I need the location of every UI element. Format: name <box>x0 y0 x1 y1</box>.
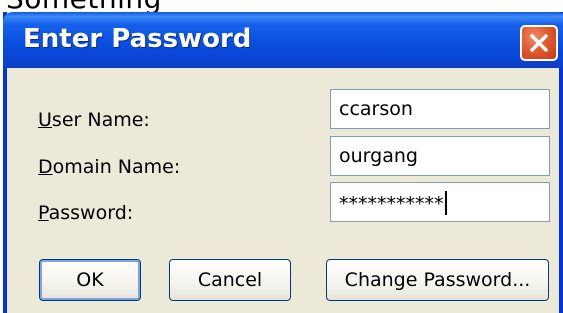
password-label-accel: P <box>38 202 49 224</box>
cancel-button[interactable]: Cancel <box>169 259 291 301</box>
domain-name-value: ourgang <box>339 145 418 167</box>
password-mask: *********** <box>339 193 444 215</box>
window-title: Enter Password <box>23 24 252 54</box>
domain-name-field[interactable]: ourgang <box>330 136 550 176</box>
password-label: Password: <box>38 202 133 224</box>
enter-password-dialog: Enter Password User Name: ccarson Domain… <box>3 12 563 313</box>
close-button[interactable] <box>520 25 558 61</box>
ok-button[interactable]: OK <box>39 259 141 301</box>
user-name-label-accel: U <box>38 109 52 131</box>
user-name-field[interactable]: ccarson <box>330 89 550 129</box>
change-password-button[interactable]: Change Password... <box>326 259 549 301</box>
domain-name-label-accel: D <box>38 156 53 178</box>
domain-name-label-text: omain Name: <box>52 156 181 178</box>
user-name-label-text: ser Name: <box>51 109 150 131</box>
text-caret <box>444 191 447 215</box>
title-bar[interactable]: Enter Password <box>3 12 563 68</box>
user-name-label: User Name: <box>38 109 150 131</box>
password-label-text: assword: <box>48 202 134 224</box>
domain-name-label: Domain Name: <box>38 156 180 178</box>
close-x-icon <box>530 34 548 52</box>
user-name-value: ccarson <box>339 98 413 120</box>
password-value: *********** <box>339 191 447 215</box>
password-field[interactable]: *********** <box>330 182 550 222</box>
